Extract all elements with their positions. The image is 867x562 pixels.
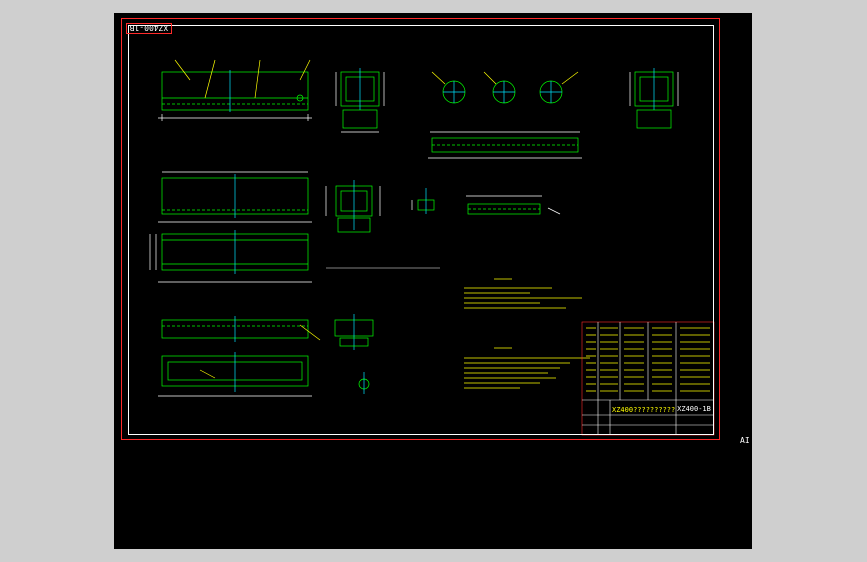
title-block-number: XZ400-1B xyxy=(677,405,711,413)
sheet-size-label: AI xyxy=(740,436,750,445)
title-block-name: XZ400?????????? xyxy=(612,406,676,414)
drawing-code-tag: XZ400-1B xyxy=(126,23,172,34)
sheet-inner-border xyxy=(128,25,714,435)
